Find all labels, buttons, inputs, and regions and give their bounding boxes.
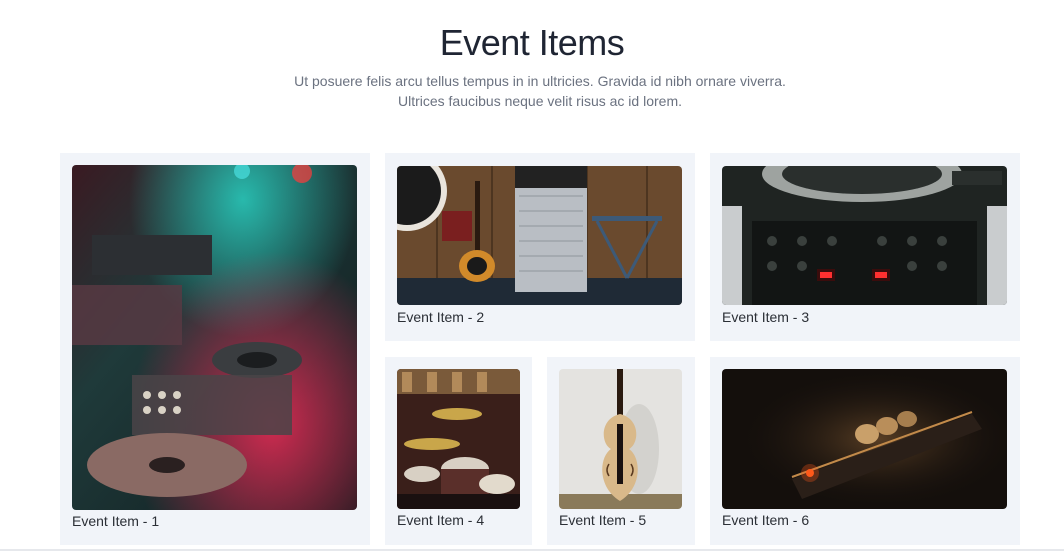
event-card-5[interactable]: Event Item - 5	[547, 357, 695, 545]
event-image-5[interactable]	[559, 369, 682, 509]
event-label-3[interactable]: Event Item - 3	[722, 309, 809, 325]
event-image-1[interactable]	[72, 165, 357, 510]
event-card-6[interactable]: Event Item - 6	[710, 357, 1020, 545]
event-image-2[interactable]	[397, 166, 682, 305]
event-label-4[interactable]: Event Item - 4	[397, 512, 484, 528]
event-image-6[interactable]	[722, 369, 1007, 509]
page-subtitle: Ut posuere felis arcu tellus tempus in i…	[294, 73, 786, 109]
event-card-3[interactable]: Event Item - 3	[710, 153, 1020, 341]
event-label-5[interactable]: Event Item - 5	[559, 512, 646, 528]
event-card-2[interactable]: Event Item - 2	[385, 153, 695, 341]
event-card-1[interactable]: Event Item - 1	[60, 153, 370, 545]
event-image-3[interactable]	[722, 166, 1007, 305]
page-title: Event Items	[439, 22, 625, 63]
event-label-6[interactable]: Event Item - 6	[722, 512, 809, 528]
event-label-2[interactable]: Event Item - 2	[397, 309, 484, 325]
event-label-1[interactable]: Event Item - 1	[72, 513, 159, 529]
event-card-4[interactable]: Event Item - 4	[385, 357, 532, 545]
event-image-4[interactable]	[397, 369, 520, 509]
